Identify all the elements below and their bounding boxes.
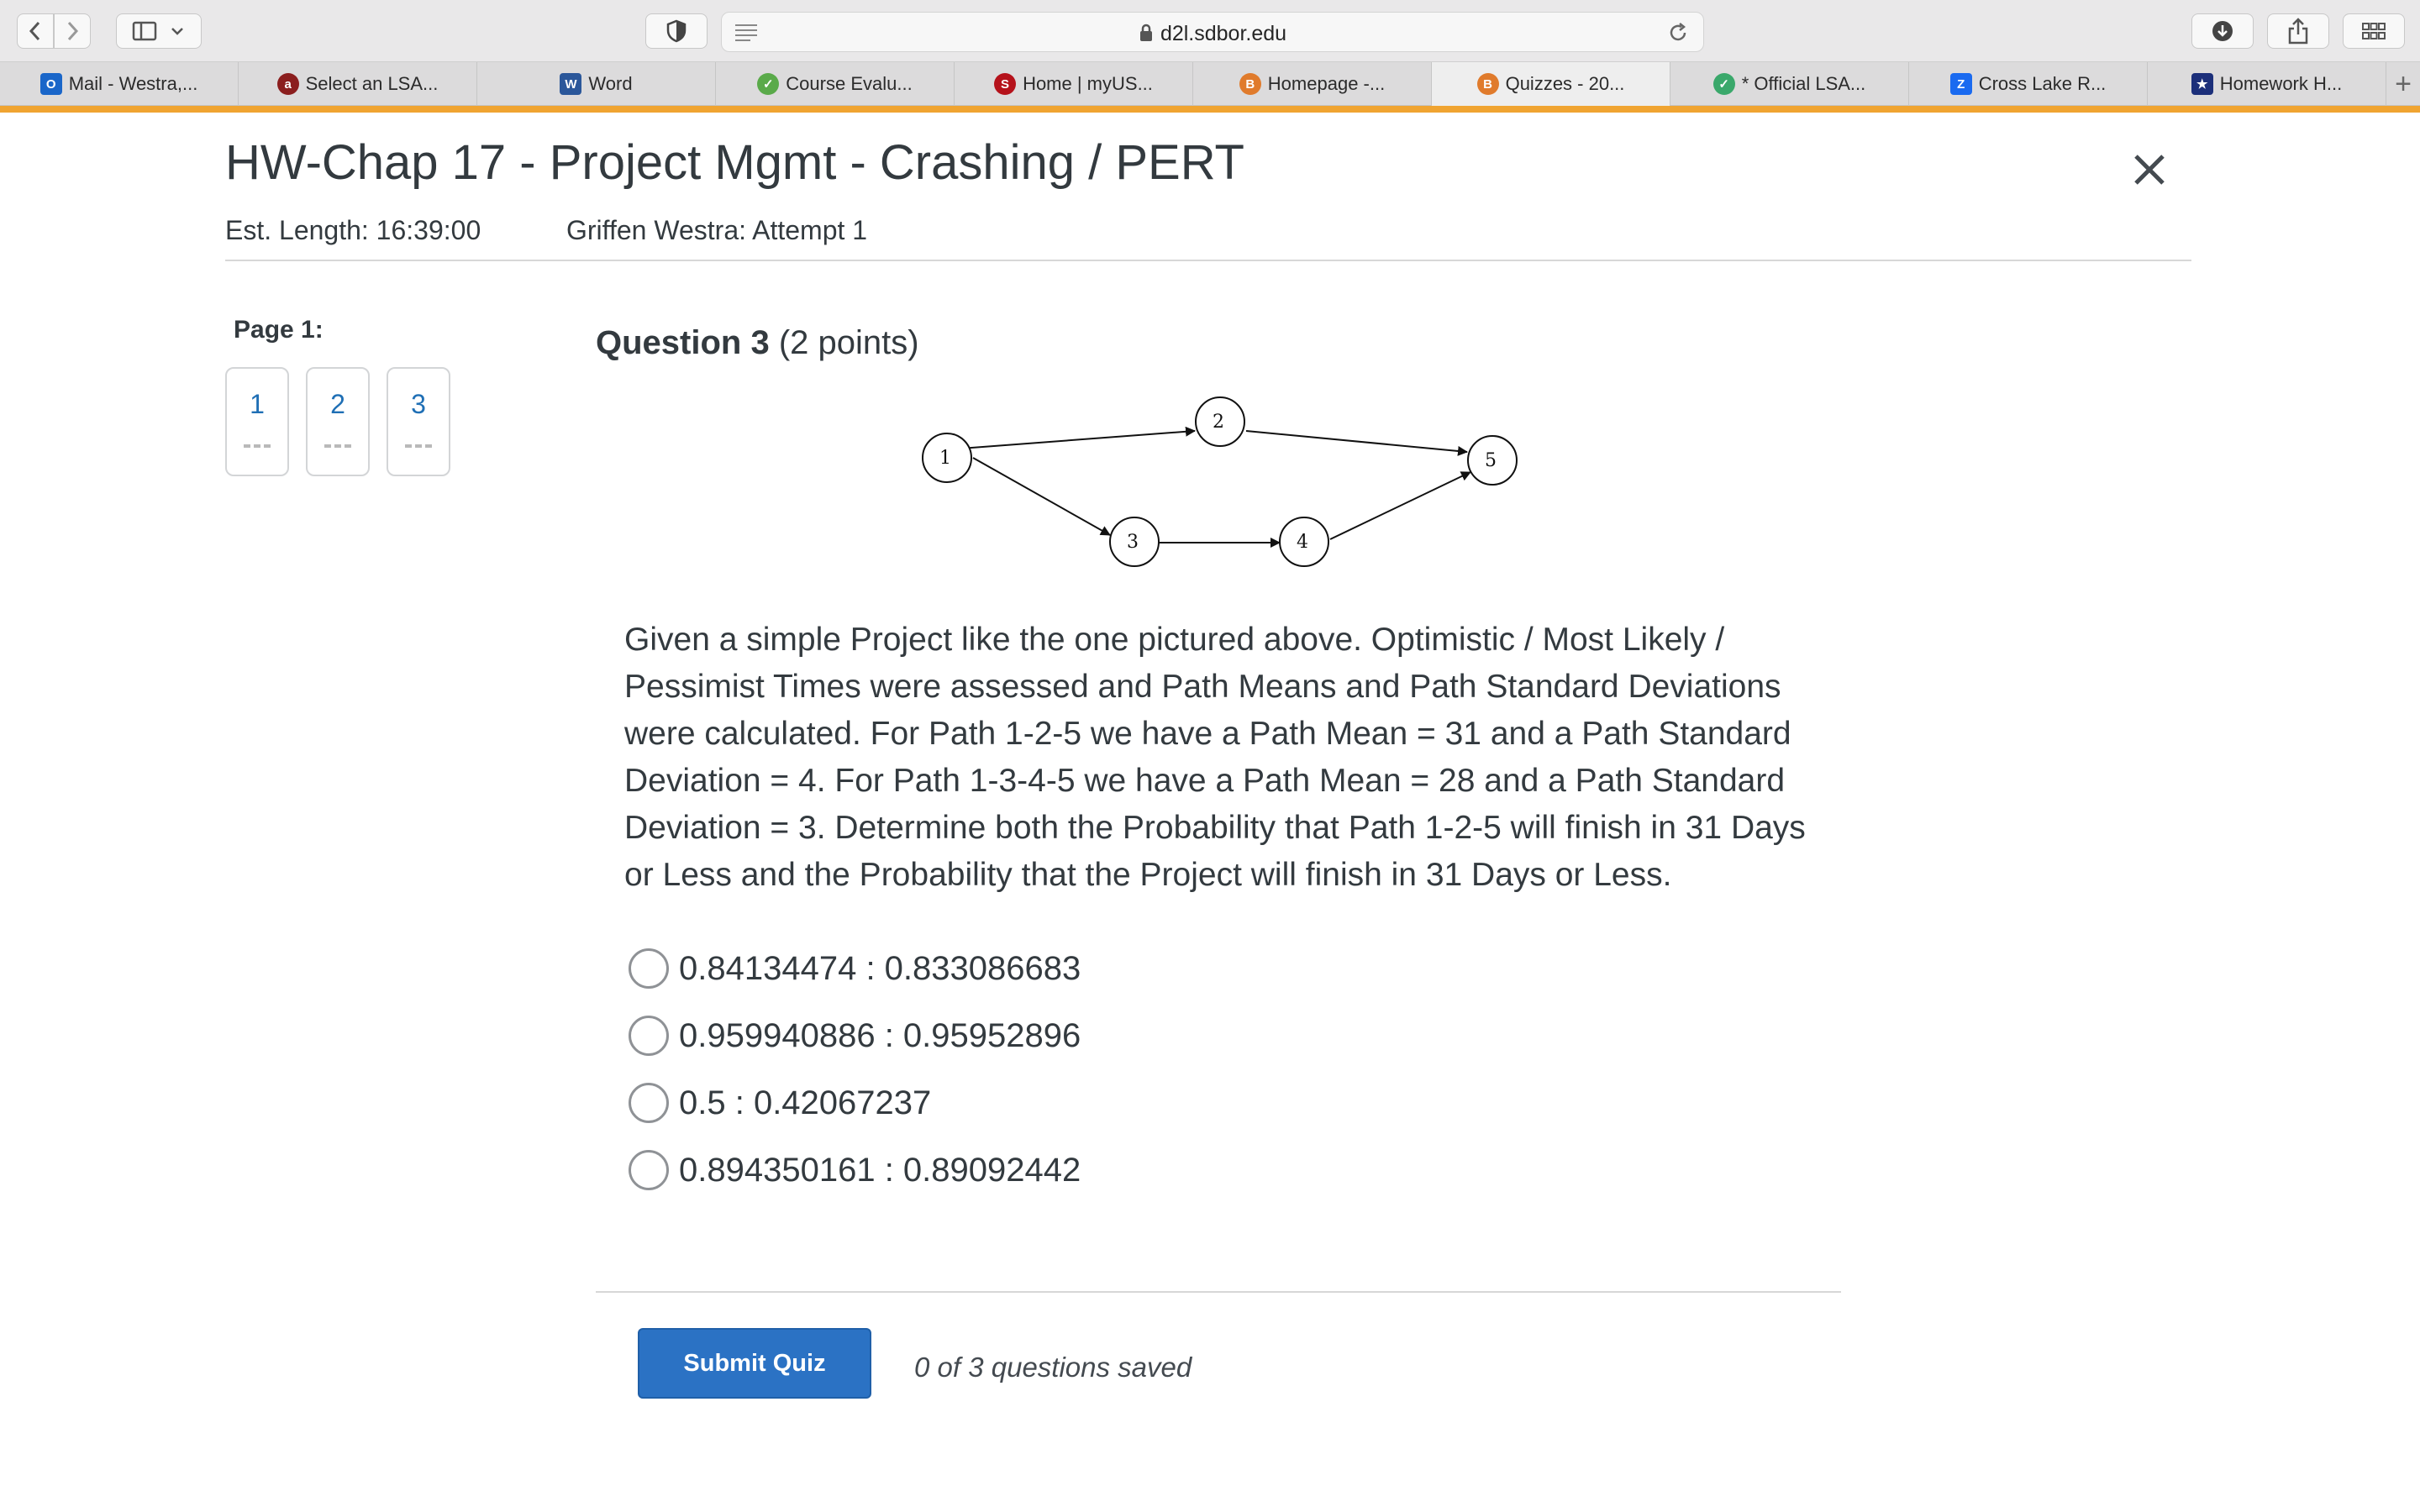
question-nav-number: 1	[250, 389, 265, 419]
question-nav-status	[405, 444, 432, 448]
tab-homepage[interactable]: B Homepage -...	[1193, 62, 1432, 106]
footer-divider	[596, 1291, 1841, 1293]
star-icon: ★	[2191, 73, 2213, 95]
question-nav-1[interactable]: 1	[225, 367, 289, 476]
loading-accent-bar	[0, 106, 2420, 113]
answer-label: 0.894350161 : 0.89092442	[679, 1151, 1081, 1189]
question-nav-status	[324, 444, 351, 448]
tab-course-eval[interactable]: ✓ Course Evalu...	[716, 62, 955, 106]
tab-quizzes[interactable]: B Quizzes - 20...	[1432, 62, 1670, 106]
question-points: (2 points)	[778, 324, 919, 361]
tab-official-lsa[interactable]: ✓ * Official LSA...	[1670, 62, 1909, 106]
answer-choice-1[interactable]: 0.84134474 : 0.833086683	[629, 947, 1081, 990]
url-text: d2l.sdbor.edu	[722, 22, 1703, 46]
shield-check-icon: ✓	[1712, 73, 1735, 95]
edge-1-3	[972, 457, 1111, 536]
usd-logo-icon: S	[994, 73, 1017, 95]
question-text: Given a simple Project like the one pict…	[624, 622, 1806, 893]
question-nav-2[interactable]: 2	[306, 367, 370, 476]
answer-label: 0.959940886 : 0.95952896	[679, 1016, 1081, 1054]
radio-button[interactable]	[629, 1083, 669, 1123]
b-badge-icon: B	[1239, 73, 1261, 95]
quiz-title: HW-Chap 17 - Project Mgmt - Crashing / P…	[225, 135, 1244, 190]
plus-icon: +	[2395, 67, 2412, 100]
question-nav-status	[244, 444, 271, 448]
chevron-down-icon	[171, 28, 183, 35]
word-icon: W	[560, 73, 582, 95]
b-badge-icon: B	[1476, 73, 1499, 95]
tab-label: Homepage -...	[1267, 73, 1386, 94]
chevron-right-icon	[67, 21, 79, 41]
tab-myusd[interactable]: S Home | myUS...	[955, 62, 1193, 106]
edge-1-2	[948, 426, 1196, 450]
tab-label: Quizzes - 20...	[1505, 73, 1625, 94]
attempt-label: Griffen Westra: Attempt 1	[566, 215, 868, 245]
question-nav-number: 3	[411, 389, 426, 419]
tab-mail[interactable]: O Mail - Westra,...	[0, 62, 239, 106]
network-diagram: 1 2 3 4 5	[922, 396, 1518, 567]
tab-overview-button[interactable]	[2343, 13, 2405, 49]
est-length: Est. Length: 16:39:00	[225, 215, 481, 245]
url-label: d2l.sdbor.edu	[1160, 22, 1287, 45]
lsa-logo-icon: a	[276, 73, 299, 95]
lock-icon	[1139, 24, 1152, 41]
privacy-shield-button[interactable]	[645, 13, 708, 49]
answer-choice-3[interactable]: 0.5 : 0.42067237	[629, 1081, 931, 1125]
header-divider	[225, 260, 2191, 261]
answer-choice-2[interactable]: 0.959940886 : 0.95952896	[629, 1014, 1081, 1058]
new-tab-button[interactable]: +	[2386, 62, 2420, 106]
shield-icon	[666, 19, 687, 43]
tab-label: Homework H...	[2219, 73, 2343, 94]
tab-cross-lake[interactable]: Z Cross Lake R...	[1909, 62, 2148, 106]
downloads-button[interactable]	[2191, 13, 2254, 49]
reload-icon[interactable]	[1666, 21, 1690, 45]
question-nav-3[interactable]: 3	[387, 367, 450, 476]
tab-label: Cross Lake R...	[1978, 73, 2107, 94]
question-nav-number: 2	[330, 389, 345, 419]
page-label: Page 1:	[234, 316, 324, 344]
question-title: Question 3	[596, 324, 770, 361]
node-4-label: 4	[1297, 532, 1308, 553]
sidebar-icon	[132, 21, 157, 41]
tab-select-lsa[interactable]: a Select an LSA...	[239, 62, 477, 106]
question-heading: Question 3 (2 points)	[596, 324, 919, 362]
radio-button[interactable]	[629, 948, 669, 989]
answer-label: 0.5 : 0.42067237	[679, 1084, 932, 1121]
tab-label: Word	[588, 73, 633, 94]
back-button[interactable]	[17, 13, 54, 49]
edge-4-5	[1329, 471, 1471, 540]
edge-2-5	[1245, 430, 1468, 456]
tab-homework[interactable]: ★ Homework H...	[2148, 62, 2386, 106]
node-5-label: 5	[1485, 450, 1497, 471]
node-1-label: 1	[939, 448, 951, 469]
share-icon	[2288, 18, 2308, 45]
tab-label: Mail - Westra,...	[68, 73, 198, 94]
tab-label: Course Evalu...	[786, 73, 913, 94]
answer-label: 0.84134474 : 0.833086683	[679, 949, 1081, 987]
tab-label: * Official LSA...	[1741, 73, 1866, 94]
forward-button[interactable]	[54, 13, 91, 49]
submit-quiz-button[interactable]: Submit Quiz	[638, 1328, 871, 1399]
radio-button[interactable]	[629, 1016, 669, 1056]
chevron-left-icon	[29, 21, 40, 41]
bookmarks-tab-bar: O Mail - Westra,... a Select an LSA... W Wo…	[0, 62, 2420, 106]
check-circle-icon: ✓	[757, 73, 780, 95]
grid-icon	[2362, 23, 2386, 39]
zillow-icon: Z	[1949, 73, 1972, 95]
sidebar-toggle-button[interactable]	[116, 13, 202, 49]
address-bar[interactable]: d2l.sdbor.edu	[721, 12, 1704, 52]
node-2-label: 2	[1213, 412, 1224, 433]
close-icon[interactable]	[2131, 151, 2168, 188]
radio-button[interactable]	[629, 1150, 669, 1190]
node-3-label: 3	[1127, 532, 1139, 553]
tab-word[interactable]: W Word	[477, 62, 716, 106]
answer-choice-4[interactable]: 0.894350161 : 0.89092442	[629, 1148, 1081, 1192]
outlook-icon: O	[39, 73, 62, 95]
share-button[interactable]	[2267, 13, 2329, 49]
browser-toolbar: d2l.sdbor.edu	[0, 0, 2420, 62]
tab-label: Select an LSA...	[305, 73, 439, 94]
download-icon	[2212, 21, 2233, 41]
saved-status: 0 of 3 questions saved	[914, 1352, 1192, 1383]
tab-label: Home | myUS...	[1023, 73, 1153, 94]
